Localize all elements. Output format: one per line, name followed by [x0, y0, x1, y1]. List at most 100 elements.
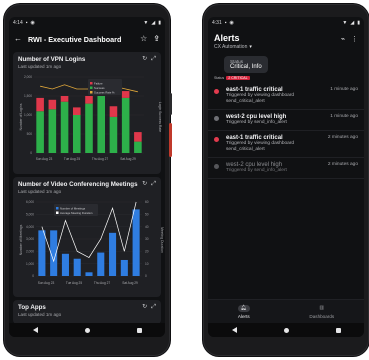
vpn-logins-card: Number of VPN Logins Last updated 1m ago…	[13, 52, 162, 174]
bar-chart-icon: ▥	[319, 305, 325, 311]
alerts-header: Alerts CX Automation ▾ ⌁ ⋮	[208, 29, 364, 52]
mute-bell-icon[interactable]: ⌁	[341, 36, 345, 43]
nav-back-icon[interactable]	[32, 327, 38, 333]
status-filter-chip[interactable]: Status Critical, Info	[224, 56, 268, 73]
notification-icon: ▪	[224, 19, 227, 26]
bar-meetings	[132, 209, 140, 276]
bar-success	[134, 141, 142, 153]
phone-right: 4:31 ▪ ◉ ▼ ◢ ▮ Alerts CX Automation ▾ ⌁ ⋮ Sta…	[203, 4, 369, 356]
legend-label: Success Rate %	[94, 90, 115, 94]
y2-tick-label: 30	[145, 237, 149, 241]
legend-label: Average Meeting Duration	[60, 211, 93, 215]
y-tick-label: 6,000	[26, 200, 34, 204]
alert-list-item[interactable]: east-1 traffic critical 1 minute ago Trig…	[208, 83, 364, 110]
refresh-icon[interactable]: ↻	[142, 56, 147, 62]
y-tick-label: 1,000	[26, 262, 34, 266]
arrow-left-icon[interactable]: ←	[14, 35, 22, 43]
alert-trigger: Triggered by send_info_alert	[226, 119, 287, 125]
card-title: Number of VPN Logins	[18, 56, 86, 63]
expand-icon[interactable]: ⤢	[151, 304, 156, 310]
y-tick-label: 1,000	[24, 113, 32, 117]
legend-swatch	[90, 91, 93, 94]
expand-icon[interactable]: ⤢	[151, 181, 156, 187]
y2-tick-label: 10	[145, 262, 149, 266]
system-nav-bar	[9, 323, 165, 337]
critical-count-badge: 2 CRITICAL	[226, 76, 250, 80]
vpn-chart: 0 500 1,000 1,500 2,000 FailureSuccessSuccess…	[19, 75, 162, 161]
y2-tick-label: 60	[145, 200, 149, 204]
y2-axis-label: Meeting Duration	[160, 227, 164, 253]
alert-list-item[interactable]: east-1 traffic critical 2 minutes ago Tri…	[208, 131, 364, 158]
volume-button	[169, 123, 172, 157]
y-tick-label: 2,000	[26, 250, 34, 254]
bar-success	[36, 111, 44, 153]
bar-success	[97, 96, 106, 153]
bottom-nav-label: Dashboards	[309, 313, 335, 319]
y2-axis-label: Login Success Rate	[158, 102, 162, 132]
bar-meetings	[73, 258, 81, 276]
bar-success	[85, 103, 93, 153]
alert-time: 1 minute ago	[330, 113, 358, 119]
wifi-icon: ▼	[143, 19, 149, 26]
page-title: Alerts	[214, 33, 240, 43]
status-time: 4:31	[212, 20, 222, 26]
bottom-nav-dashboards[interactable]: ▥ Dashboards	[309, 305, 334, 319]
bar-failure	[72, 107, 81, 115]
bar-failure	[60, 96, 69, 102]
bar-success	[48, 109, 57, 153]
alert-list-item[interactable]: west-2 cpu level high 1 minute ago Trigge…	[208, 110, 364, 131]
bar-meetings	[85, 272, 93, 276]
y-tick-label: 4,000	[26, 225, 34, 229]
video-meetings-card: Number of Video Conferencing Meetings La…	[13, 177, 164, 297]
card-title: Number of Video Conferencing Meetings	[18, 181, 138, 188]
nav-recents-icon[interactable]	[136, 327, 142, 333]
refresh-icon[interactable]: ↻	[142, 304, 147, 310]
y-tick-label: 5,000	[26, 213, 34, 217]
battery-icon: ▮	[158, 19, 161, 26]
system-nav-bar	[208, 323, 364, 337]
y-tick-label: 500	[27, 132, 33, 136]
y-tick-label: 0	[30, 151, 32, 155]
nav-home-icon[interactable]	[84, 327, 90, 333]
bottom-nav-alerts[interactable]: 🔔︎ Alerts	[237, 304, 250, 319]
severity-dot-icon	[214, 163, 219, 169]
share-icon[interactable]: ⇪	[153, 35, 160, 43]
notification-icon: ▪	[25, 19, 28, 26]
bar-success	[121, 97, 130, 153]
alert-action: send_critical_alert	[226, 146, 265, 152]
status-bar: 4:14 ▪ ◉ ▼ ◢ ▮	[9, 17, 165, 29]
page-title: RWI - Executive Dashboard	[28, 34, 122, 44]
alert-time: 2 minutes ago	[327, 161, 358, 167]
workspace-selector[interactable]: CX Automation ▾	[214, 44, 252, 50]
y2-tick-label: 0	[145, 274, 147, 278]
bar-success	[109, 116, 118, 153]
settings-dot-icon: ◉	[229, 19, 234, 26]
nav-recents-icon[interactable]	[335, 327, 341, 333]
y2-tick-label: 40	[145, 225, 149, 229]
star-outline-icon[interactable]: ☆	[140, 35, 147, 43]
legend-swatch	[90, 82, 93, 85]
bar-meetings	[97, 252, 105, 276]
status-time: 4:14	[13, 20, 23, 26]
battery-icon: ▮	[357, 19, 360, 26]
alert-time: 1 minute ago	[330, 87, 358, 92]
x-tick-label: Sun Aug 23	[38, 281, 55, 285]
x-tick-label: Sat Aug 29	[120, 157, 136, 161]
nav-home-icon[interactable]	[283, 327, 289, 333]
stage: 4:14 ▪ ◉ ▼ ◢ ▮ ← RWI - Executive Dashboard ☆…	[0, 0, 369, 360]
more-vert-icon[interactable]: ⋮	[351, 36, 358, 43]
signal-icon: ◢	[151, 19, 156, 26]
wifi-icon: ▼	[342, 19, 348, 26]
workspace-name: CX Automation	[214, 44, 248, 50]
bar-failure	[48, 99, 57, 110]
expand-icon[interactable]: ⤢	[151, 56, 156, 62]
video-chart: 0 0 1,000 10 2,000 20 3,000 30 4,000 40 5,000 50 6,0…	[19, 200, 164, 285]
alert-list-item[interactable]: west-2 cpu level high 2 minutes ago Trigg…	[208, 158, 364, 179]
nav-back-icon[interactable]	[231, 327, 237, 333]
phone-left: 4:14 ▪ ◉ ▼ ◢ ▮ ← RWI - Executive Dashboard ☆…	[4, 4, 172, 356]
refresh-icon[interactable]: ↻	[142, 181, 147, 187]
y2-tick-label: 50	[145, 213, 149, 217]
bar-failure	[109, 106, 118, 117]
bar-failure	[85, 96, 93, 104]
settings-dot-icon: ◉	[30, 19, 35, 26]
